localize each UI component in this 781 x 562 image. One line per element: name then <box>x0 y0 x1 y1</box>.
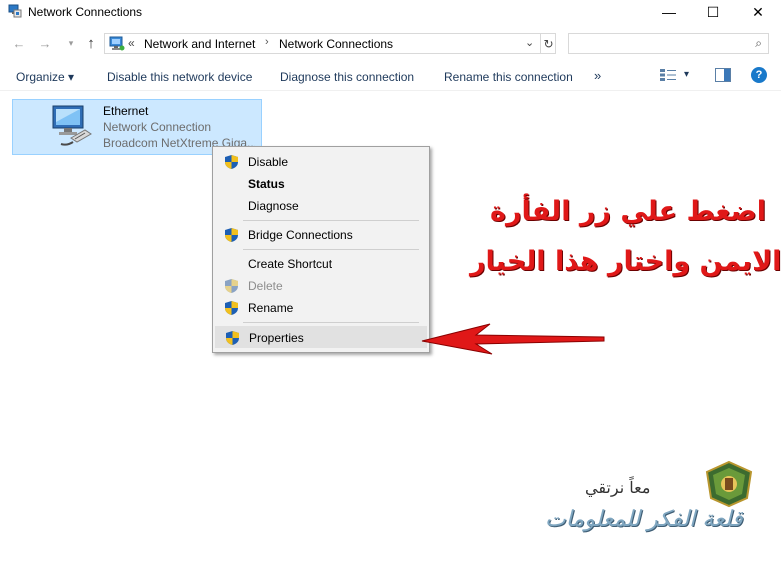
uac-shield-icon <box>225 228 238 242</box>
menu-separator <box>243 249 419 250</box>
maximize-button[interactable]: ☐ <box>690 0 736 24</box>
change-view-icon[interactable] <box>659 68 677 82</box>
close-button[interactable]: ✕ <box>735 0 781 24</box>
menu-item-bridge-connections[interactable]: Bridge Connections <box>215 224 427 246</box>
uac-shield-icon <box>225 301 238 315</box>
back-button[interactable]: ← <box>10 34 28 52</box>
watermark-emblem-icon <box>705 460 753 508</box>
search-icon[interactable]: ⌕ <box>755 36 762 51</box>
organize-button[interactable]: Organize ▾ <box>16 70 74 84</box>
uac-shield-icon <box>226 331 239 345</box>
network-connections-icon <box>8 4 22 18</box>
uac-shield-icon <box>225 279 238 293</box>
menu-item-label: Status <box>248 177 285 191</box>
window-title: Network Connections <box>28 5 143 19</box>
command-bar: Organize ▾ Disable this network device D… <box>0 63 781 91</box>
annotation-line-1: اضغط علي زر الفأرة <box>490 196 767 227</box>
maximize-icon: ☐ <box>706 3 720 20</box>
menu-item-diagnose[interactable]: Diagnose <box>215 195 427 217</box>
menu-item-label: Bridge Connections <box>248 228 353 242</box>
uac-shield-icon <box>225 155 238 169</box>
menu-item-create-shortcut[interactable]: Create Shortcut <box>215 253 427 275</box>
breadcrumb-network-connections[interactable]: Network Connections <box>279 37 393 51</box>
search-input[interactable]: ⌕ <box>568 33 769 54</box>
menu-item-label: Diagnose <box>248 199 299 213</box>
control-panel-icon <box>109 36 125 51</box>
rename-connection-button[interactable]: Rename this connection <box>444 70 573 84</box>
menu-item-rename[interactable]: Rename <box>215 297 427 319</box>
watermark-slogan: معاً نرتقي <box>585 478 651 497</box>
menu-item-properties[interactable]: Properties <box>215 326 427 348</box>
menu-item-label: Create Shortcut <box>248 257 333 271</box>
ethernet-adapter-icon <box>52 105 92 146</box>
navigation-bar: ← → ▾ ↑ « Network and Internet › Network… <box>0 30 781 58</box>
menu-item-label: Rename <box>248 301 294 315</box>
arrow-up-icon: ↑ <box>87 34 95 52</box>
annotation-line-2: الايمن واختار هذا الخيار <box>470 246 781 277</box>
view-dropdown-icon[interactable]: ▾ <box>684 69 689 80</box>
diagnose-connection-button[interactable]: Diagnose this connection <box>280 70 414 84</box>
menu-item-label: Delete <box>248 279 283 293</box>
forward-button[interactable]: → <box>36 34 54 52</box>
refresh-button[interactable]: ↻ <box>540 34 556 53</box>
help-button[interactable]: ? <box>751 67 767 83</box>
connection-name: Ethernet <box>103 104 149 118</box>
breadcrumb-overflow[interactable]: « <box>128 36 135 50</box>
address-dropdown-icon[interactable]: ⌄ <box>525 36 534 49</box>
up-button[interactable]: ↑ <box>82 34 100 52</box>
menu-item-disable[interactable]: Disable <box>215 151 427 173</box>
context-menu: Disable Status Diagnose Bridge Connectio… <box>212 146 430 353</box>
connection-status: Network Connection <box>103 120 212 134</box>
breadcrumb-separator[interactable]: › <box>265 36 269 48</box>
close-icon: ✕ <box>752 3 764 20</box>
arrow-left-icon: ← <box>12 35 26 51</box>
chevron-down-icon: ▾ <box>68 37 74 48</box>
address-bar[interactable]: « Network and Internet › Network Connect… <box>104 33 556 54</box>
red-arrow-icon <box>421 323 605 355</box>
minimize-button[interactable]: — <box>646 0 692 24</box>
menu-separator <box>243 220 419 221</box>
disable-device-button[interactable]: Disable this network device <box>107 70 252 84</box>
preview-pane-icon[interactable] <box>715 68 731 82</box>
arrow-right-icon: → <box>38 35 52 51</box>
watermark-site-name: قلعة الفكر للمعلومات <box>545 507 743 532</box>
help-icon: ? <box>755 69 763 81</box>
breadcrumb-network-and-internet[interactable]: Network and Internet <box>144 37 255 51</box>
more-commands-button[interactable]: » <box>594 68 601 83</box>
menu-item-delete: Delete <box>215 275 427 297</box>
menu-item-label: Disable <box>248 155 289 169</box>
minimize-icon: — <box>662 4 676 20</box>
menu-item-label: Properties <box>249 331 304 345</box>
refresh-icon: ↻ <box>543 36 554 51</box>
menu-item-status[interactable]: Status <box>215 173 427 195</box>
recent-locations-button[interactable]: ▾ <box>62 34 80 52</box>
menu-separator <box>243 322 419 323</box>
title-bar: Network Connections — ☐ ✕ <box>0 0 781 26</box>
